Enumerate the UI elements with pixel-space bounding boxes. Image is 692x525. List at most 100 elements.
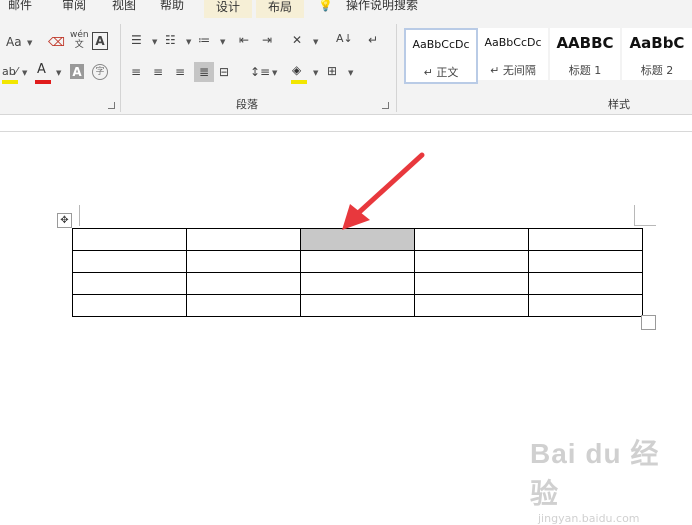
- margin-crop-mark: [634, 225, 656, 226]
- table-cell[interactable]: [72, 228, 187, 251]
- page-edge-line: [0, 131, 692, 132]
- table-cell[interactable]: [300, 294, 415, 317]
- margin-crop-mark: [79, 205, 80, 226]
- lightbulb-icon[interactable]: 💡: [318, 0, 333, 16]
- style-no-spacing[interactable]: AaBbCcDc ↵ 无间隔: [478, 28, 548, 80]
- asian-layout-icon[interactable]: ✕: [292, 32, 302, 48]
- ribbon: Aa ▼ ⌫ wén 文 A ab⁄ ▼ A ▼ A 字 ☰ ▼ ☷ ▼ ≔ ▼…: [0, 18, 692, 115]
- borders-icon[interactable]: ⊞: [327, 63, 337, 79]
- tab-view[interactable]: 视图: [112, 0, 136, 16]
- table-cell[interactable]: [72, 250, 187, 273]
- phonetic-guide-button[interactable]: wén 文: [70, 30, 89, 50]
- distributed-icon[interactable]: ⊟: [219, 64, 229, 80]
- font-color-button[interactable]: A: [37, 62, 46, 78]
- tab-help[interactable]: 帮助: [160, 0, 184, 16]
- align-center-icon[interactable]: ≡: [153, 64, 163, 80]
- table-cell[interactable]: [414, 294, 529, 317]
- ribbon-tab-bar: 邮件 审阅 视图 帮助 设计 布局 💡 操作说明搜索: [0, 0, 692, 18]
- show-formatting-marks-icon[interactable]: ↵: [368, 32, 378, 48]
- table-cell[interactable]: [300, 250, 415, 273]
- style-sample: AaBbCcDc: [412, 38, 470, 51]
- sort-icon[interactable]: A↓: [336, 31, 353, 47]
- table-cell[interactable]: [528, 250, 643, 273]
- watermark: Bai du 经验 jingyan.baidu.com: [530, 432, 660, 525]
- table-cell[interactable]: [72, 272, 187, 295]
- table-cell[interactable]: [186, 250, 301, 273]
- increase-indent-icon[interactable]: ⇥: [262, 32, 272, 48]
- style-name: ↵ 无间隔: [490, 64, 536, 77]
- enclose-characters-button[interactable]: 字: [92, 64, 108, 80]
- numbering-icon[interactable]: ☷: [165, 32, 176, 48]
- shading-bucket-icon[interactable]: ◈: [292, 62, 301, 78]
- multilevel-list-icon[interactable]: ≔: [198, 32, 210, 48]
- tell-me-search[interactable]: 操作说明搜索: [346, 0, 418, 16]
- phonetic-bottom: 文: [74, 40, 84, 50]
- red-arrow-annotation: [342, 152, 425, 230]
- chevron-down-icon[interactable]: ▼: [313, 69, 318, 77]
- chevron-down-icon[interactable]: ▼: [27, 39, 32, 47]
- align-right-icon[interactable]: ≡: [175, 64, 185, 80]
- watermark-brand: Bai du 经验: [530, 438, 660, 509]
- table[interactable]: [72, 228, 643, 317]
- chevron-down-icon[interactable]: ▼: [22, 69, 27, 77]
- style-sample: AaBbC: [629, 34, 685, 52]
- chevron-down-icon[interactable]: ▼: [186, 38, 191, 46]
- table-row: [72, 250, 643, 273]
- chevron-down-icon[interactable]: ▼: [272, 69, 277, 77]
- tab-mailings[interactable]: 邮件: [8, 0, 32, 16]
- highlight-color-bar: [2, 80, 18, 84]
- margin-crop-mark: [634, 205, 635, 226]
- font-dialog-launcher[interactable]: [108, 102, 115, 109]
- arrow-shaft: [352, 152, 425, 219]
- chevron-down-icon[interactable]: ▼: [152, 38, 157, 46]
- tab-review[interactable]: 审阅: [62, 0, 86, 16]
- table-cell[interactable]: [414, 250, 529, 273]
- style-normal[interactable]: AaBbCcDc ↵ 正文: [404, 28, 478, 84]
- table-cell[interactable]: [414, 228, 529, 251]
- group-separator: [396, 24, 397, 112]
- table-cell[interactable]: [72, 294, 187, 317]
- bullets-icon[interactable]: ☰: [131, 32, 142, 48]
- style-name: 标题 2: [640, 64, 674, 77]
- tab-table-design[interactable]: 设计: [204, 0, 253, 18]
- table-cell[interactable]: [186, 228, 301, 251]
- table-cell[interactable]: [528, 272, 643, 295]
- chevron-down-icon[interactable]: ▼: [313, 38, 318, 46]
- table-cell[interactable]: [528, 294, 643, 317]
- table-row: [72, 272, 643, 295]
- highlight-icon[interactable]: ab⁄: [2, 64, 18, 80]
- tab-table-layout[interactable]: 布局: [256, 0, 305, 18]
- font-color-bar: [35, 80, 51, 84]
- style-sample: AABBC: [556, 34, 614, 52]
- table-move-handle-icon[interactable]: ✥: [57, 213, 72, 228]
- paragraph-group-label: 段落: [236, 98, 258, 111]
- paragraph-dialog-launcher[interactable]: [382, 102, 389, 109]
- style-heading-2[interactable]: AaBbC 标题 2: [622, 28, 692, 80]
- style-heading-1[interactable]: AABBC 标题 1: [550, 28, 620, 80]
- group-separator: [120, 24, 121, 112]
- phonetic-top: wén: [70, 30, 89, 40]
- style-sample: AaBbCcDc: [484, 36, 542, 49]
- line-spacing-icon[interactable]: ↕≡: [250, 64, 270, 80]
- table-row: [72, 294, 643, 317]
- table-cell[interactable]: [300, 272, 415, 295]
- align-left-icon[interactable]: ≡: [131, 64, 141, 80]
- change-case-button[interactable]: Aa: [6, 34, 22, 50]
- styles-group-label: 样式: [608, 98, 630, 111]
- shading-color-bar: [291, 80, 307, 84]
- character-border-button[interactable]: A: [92, 32, 108, 50]
- chevron-down-icon[interactable]: ▼: [220, 38, 225, 46]
- justify-icon[interactable]: ≣: [194, 62, 214, 82]
- table-resize-handle[interactable]: [641, 315, 656, 330]
- decrease-indent-icon[interactable]: ⇤: [239, 32, 249, 48]
- table-cell[interactable]: [186, 272, 301, 295]
- style-name: ↵ 正文: [423, 66, 459, 79]
- chevron-down-icon[interactable]: ▼: [56, 69, 61, 77]
- table-body: [72, 228, 643, 317]
- clear-formatting-icon[interactable]: ⌫: [48, 34, 65, 50]
- table-cell[interactable]: [414, 272, 529, 295]
- character-shading-button[interactable]: A: [70, 64, 84, 79]
- table-cell[interactable]: [186, 294, 301, 317]
- chevron-down-icon[interactable]: ▼: [348, 69, 353, 77]
- table-cell[interactable]: [528, 228, 643, 251]
